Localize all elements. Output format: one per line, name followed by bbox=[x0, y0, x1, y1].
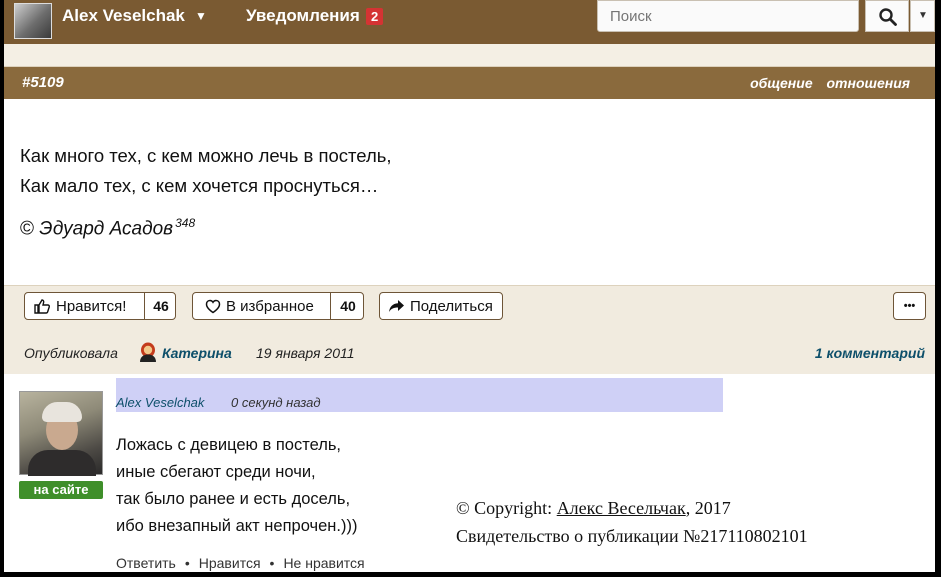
tag-list: общение отношения bbox=[740, 75, 910, 91]
share-label: Поделиться bbox=[410, 298, 493, 315]
publish-date: 19 января 2011 bbox=[256, 345, 355, 361]
notifications-link[interactable]: Уведомления bbox=[246, 6, 360, 26]
search-input[interactable] bbox=[597, 0, 859, 32]
comment-header: Alex Veselchak 0 секунд назад bbox=[116, 378, 723, 412]
online-status-badge: на сайте bbox=[19, 481, 103, 499]
comment-like-link[interactable]: Нравится bbox=[199, 555, 261, 571]
publication-info: Опубликовала Катерина 19 января 2011 1 к… bbox=[4, 328, 935, 374]
comment-author-link[interactable]: Alex Veselchak bbox=[116, 395, 204, 410]
comment-line: ибо внезапный акт непрочен.))) bbox=[116, 517, 358, 535]
top-navbar: Alex Veselchak ▼ Уведомления 2 ▼ bbox=[4, 0, 935, 44]
comment-line: Ложась с девицею в постель, bbox=[116, 436, 342, 454]
published-label: Опубликовала bbox=[24, 345, 118, 361]
author-quote-count: 348 bbox=[175, 216, 196, 230]
more-options-button[interactable]: ••• bbox=[893, 292, 926, 320]
chevron-down-icon[interactable]: ▼ bbox=[195, 9, 207, 23]
comment-dislike-link[interactable]: Не нравится bbox=[283, 555, 364, 571]
quote-author: © Эдуард Асадов 348 bbox=[20, 216, 195, 240]
like-label: Нравится! bbox=[56, 298, 127, 315]
action-bar: Нравится! 46 В избранное 40 Поделиться •… bbox=[4, 285, 935, 329]
commenter-avatar[interactable] bbox=[19, 391, 103, 476]
user-female-icon bbox=[140, 342, 156, 362]
comment-line: так было ранее и есть досель, bbox=[116, 490, 351, 508]
share-button[interactable]: Поделиться bbox=[379, 292, 503, 320]
tag-link[interactable]: общение bbox=[750, 75, 813, 91]
card-header: #5109 общение отношения bbox=[4, 67, 935, 99]
page-frame: Alex Veselchak ▼ Уведомления 2 ▼ #5109 о… bbox=[4, 0, 935, 572]
like-button[interactable]: Нравится! 46 bbox=[24, 292, 176, 320]
chevron-down-icon: ▼ bbox=[918, 10, 928, 21]
comment-text: Ложась с девицею в постель, иные сбегают… bbox=[116, 432, 357, 540]
publication-certificate: Свидетельство о публикации №217110802101 bbox=[456, 526, 808, 546]
search-options-button[interactable]: ▼ bbox=[910, 0, 935, 32]
quote-line: Как много тех, с кем можно лечь в постел… bbox=[20, 145, 392, 166]
share-arrow-icon bbox=[389, 300, 404, 312]
thumbs-up-icon bbox=[34, 299, 50, 314]
copyright-prefix: © Copyright: bbox=[456, 498, 553, 518]
publisher-link[interactable]: Катерина bbox=[162, 345, 232, 361]
like-count: 46 bbox=[144, 293, 177, 319]
comment-actions: Ответить • Нравится • Не нравится bbox=[116, 555, 365, 571]
notifications-badge[interactable]: 2 bbox=[366, 8, 384, 25]
copyright-author-link[interactable]: Алекс Весельчак bbox=[557, 498, 686, 518]
comments-link[interactable]: 1 комментарий bbox=[815, 345, 925, 361]
quote-text: Как много тех, с кем можно лечь в постел… bbox=[20, 141, 392, 201]
quote-number[interactable]: #5109 bbox=[22, 74, 64, 91]
quote-line: Как мало тех, с кем хочется проснуться… bbox=[20, 175, 379, 196]
username-menu[interactable]: Alex Veselchak bbox=[62, 6, 185, 26]
copyright-year: , 2017 bbox=[685, 498, 731, 518]
nav-strip bbox=[4, 44, 935, 67]
heart-icon bbox=[205, 299, 221, 314]
comment-time: 0 секунд назад bbox=[231, 395, 321, 410]
favorite-count: 40 bbox=[330, 293, 365, 319]
comment-line: иные сбегают среди ночи, bbox=[116, 463, 316, 481]
tag-link[interactable]: отношения bbox=[827, 75, 911, 91]
search-button[interactable] bbox=[865, 0, 909, 32]
favorite-label: В избранное bbox=[226, 298, 314, 315]
copyright-notice: © Copyright: Алекс Весельчак, 2017 Свиде… bbox=[456, 494, 808, 550]
favorite-button[interactable]: В избранное 40 bbox=[192, 292, 364, 320]
search-icon bbox=[879, 8, 897, 26]
copyright-sign: © bbox=[20, 218, 34, 240]
author-link[interactable]: Эдуард Асадов bbox=[39, 218, 173, 239]
user-avatar[interactable] bbox=[14, 3, 52, 39]
reply-link[interactable]: Ответить bbox=[116, 555, 176, 571]
